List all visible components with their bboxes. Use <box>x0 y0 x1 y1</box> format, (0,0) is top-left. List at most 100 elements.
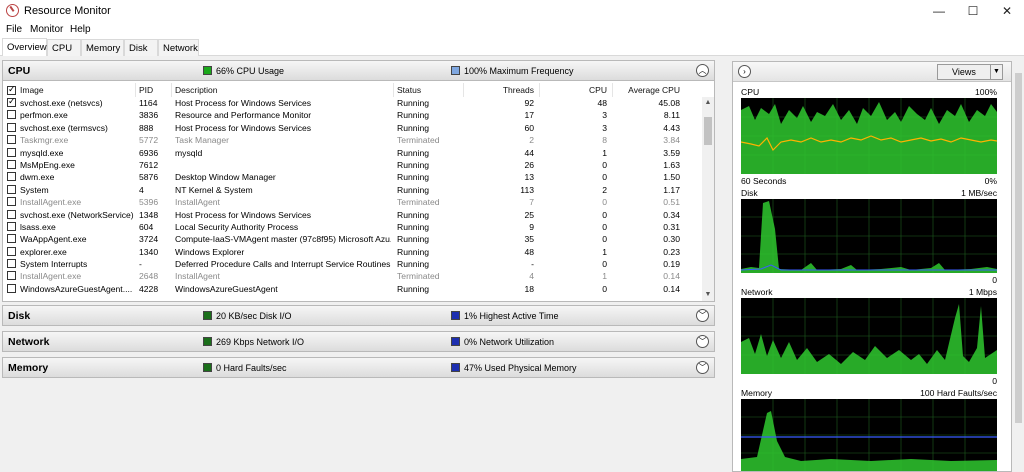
process-description: Task Manager <box>175 135 229 146</box>
tab-cpu[interactable]: CPU <box>47 39 81 56</box>
table-row[interactable]: mysqld.exe 6936 mysqld Running 44 1 3.59 <box>3 147 703 159</box>
chevron-down-icon[interactable]: ﹀ <box>696 335 709 348</box>
table-row[interactable]: lsass.exe 604 Local Security Authority Pro… <box>3 221 703 233</box>
process-average-cpu: 0.34 <box>663 209 680 220</box>
disk-active-text: 1% Highest Active Time <box>464 311 559 321</box>
network-io-text: 269 Kbps Network I/O <box>216 337 305 347</box>
tab-disk[interactable]: Disk <box>124 39 158 56</box>
process-threads: 44 <box>524 147 534 158</box>
views-button[interactable]: Views ▼ <box>937 64 1003 80</box>
tab-overview[interactable]: Overview <box>2 38 47 56</box>
graph-toolbar: › Views ▼ <box>733 62 1011 82</box>
row-checkbox[interactable] <box>7 271 16 281</box>
table-row[interactable]: Taskmgr.exe 5772 Task Manager Terminated 2 8 3… <box>3 134 703 146</box>
column-divider[interactable] <box>171 83 172 97</box>
tab-memory[interactable]: Memory <box>81 39 124 56</box>
cpu-frequency-text: 100% Maximum Frequency <box>464 66 574 76</box>
table-row[interactable]: svchost.exe (termsvcs) 888 Host Process fo… <box>3 122 703 134</box>
row-checkbox[interactable] <box>7 197 16 207</box>
menu-help[interactable]: Help <box>70 24 91 35</box>
table-row[interactable]: MsMpEng.exe 7612 Running 26 0 1.63 <box>3 159 703 171</box>
menu-file[interactable]: File <box>6 24 22 35</box>
process-pid: 5772 <box>139 135 159 146</box>
process-pid: 2648 <box>139 271 159 282</box>
chevron-right-icon[interactable]: › <box>738 65 751 78</box>
col-description[interactable]: Description <box>175 85 218 95</box>
memory-section-header[interactable]: Memory 0 Hard Faults/sec 47% Used Physic… <box>2 357 715 378</box>
table-row[interactable]: InstallAgent.exe 2648 InstallAgent Terminat… <box>3 270 703 282</box>
col-image[interactable]: Image <box>20 85 44 95</box>
menu-monitor[interactable]: Monitor <box>30 24 63 35</box>
tab-network[interactable]: Network <box>158 39 199 56</box>
row-checkbox[interactable] <box>7 259 16 269</box>
process-cpu: 1 <box>602 147 607 158</box>
process-status: Running <box>397 246 430 257</box>
process-cpu: 0 <box>602 221 607 232</box>
table-row[interactable]: explorer.exe 1340 Windows Explorer Running 4… <box>3 246 703 258</box>
table-row[interactable]: System 4 NT Kernel & System Running 113 2 1.17 <box>3 184 703 196</box>
chevron-down-icon[interactable]: ﹀ <box>696 309 709 322</box>
row-checkbox[interactable] <box>7 283 16 293</box>
graph-panel-scrollbar[interactable] <box>1014 61 1023 472</box>
process-threads: 17 <box>524 110 534 121</box>
views-dropdown-icon[interactable]: ▼ <box>990 65 1002 79</box>
table-row[interactable]: WaAppAgent.exe 3724 Compute-IaaS-VMAgent m… <box>3 233 703 245</box>
chevron-down-icon[interactable]: ﹀ <box>696 361 709 374</box>
chevron-up-icon[interactable]: ︿ <box>696 64 709 77</box>
process-cpu: 0 <box>602 197 607 208</box>
table-row[interactable]: System Interrupts - Deferred Procedure Cal… <box>3 258 703 270</box>
cpu-section-header[interactable]: CPU 66% CPU Usage 100% Maximum Frequency… <box>2 60 715 81</box>
table-row[interactable]: WindowsAzureGuestAgent.... 4228 WindowsAzu… <box>3 283 703 295</box>
col-status[interactable]: Status <box>397 85 421 95</box>
close-button[interactable]: ✕ <box>990 0 1024 22</box>
memory-graph-max: 100 Hard Faults/sec <box>920 388 997 398</box>
maximize-button[interactable]: ☐ <box>956 0 990 22</box>
col-cpu[interactable]: CPU <box>539 85 607 95</box>
minimize-button[interactable]: — <box>922 0 956 22</box>
process-cpu: 0 <box>602 159 607 170</box>
column-divider[interactable] <box>393 83 394 97</box>
process-threads: - <box>531 259 534 270</box>
process-description: InstallAgent <box>175 197 220 208</box>
process-table-scrollbar[interactable]: ▲ ▼ <box>702 97 714 301</box>
process-average-cpu: 8.11 <box>663 110 680 121</box>
row-checkbox[interactable] <box>7 135 16 145</box>
resource-monitor-icon <box>6 4 19 17</box>
row-checkbox[interactable] <box>7 234 16 244</box>
row-checkbox[interactable] <box>7 147 16 157</box>
graph-scroll-thumb[interactable] <box>1015 73 1022 423</box>
row-checkbox[interactable] <box>7 96 16 107</box>
cpu-graph-min: 0% <box>984 176 997 186</box>
row-checkbox[interactable] <box>7 209 16 219</box>
table-row[interactable]: InstallAgent.exe 5396 InstallAgent Terminat… <box>3 196 703 208</box>
table-row[interactable]: svchost.exe (NetworkService) 1348 Host Pro… <box>3 209 703 221</box>
row-checkbox[interactable] <box>7 159 16 169</box>
col-pid[interactable]: PID <box>139 85 153 95</box>
scroll-down-icon[interactable]: ▼ <box>702 289 714 301</box>
process-rows: svchost.exe (netsvcs) 1164 Host Process fo… <box>3 96 703 295</box>
memory-faults-text: 0 Hard Faults/sec <box>216 363 287 373</box>
row-checkbox[interactable] <box>7 221 16 231</box>
table-row[interactable]: dwm.exe 5876 Desktop Window Manager Running… <box>3 171 703 183</box>
select-all-checkbox[interactable] <box>7 84 16 95</box>
network-graph-min: 0 <box>992 376 997 386</box>
disk-section-header[interactable]: Disk 20 KB/sec Disk I/O 1% Highest Activ… <box>2 305 715 326</box>
process-description: Windows Explorer <box>175 246 245 257</box>
column-divider[interactable] <box>135 83 136 97</box>
scroll-thumb[interactable] <box>704 117 712 145</box>
table-row[interactable]: perfmon.exe 3836 Resource and Performance … <box>3 109 703 121</box>
row-checkbox[interactable] <box>7 246 16 256</box>
process-pid: 4228 <box>139 283 159 294</box>
network-section-header[interactable]: Network 269 Kbps Network I/O 0% Network … <box>2 331 715 352</box>
row-checkbox[interactable] <box>7 184 16 194</box>
row-checkbox[interactable] <box>7 172 16 182</box>
process-image: explorer.exe <box>20 246 67 257</box>
row-checkbox[interactable] <box>7 122 16 132</box>
col-average-cpu[interactable]: Average CPU <box>612 85 680 95</box>
process-description: Host Process for Windows Services <box>175 122 312 133</box>
cpu-section-title: CPU <box>8 65 31 77</box>
scroll-up-icon[interactable]: ▲ <box>702 97 714 109</box>
col-threads[interactable]: Threads <box>463 85 534 95</box>
row-checkbox[interactable] <box>7 110 16 120</box>
table-row[interactable]: svchost.exe (netsvcs) 1164 Host Process fo… <box>3 96 703 109</box>
